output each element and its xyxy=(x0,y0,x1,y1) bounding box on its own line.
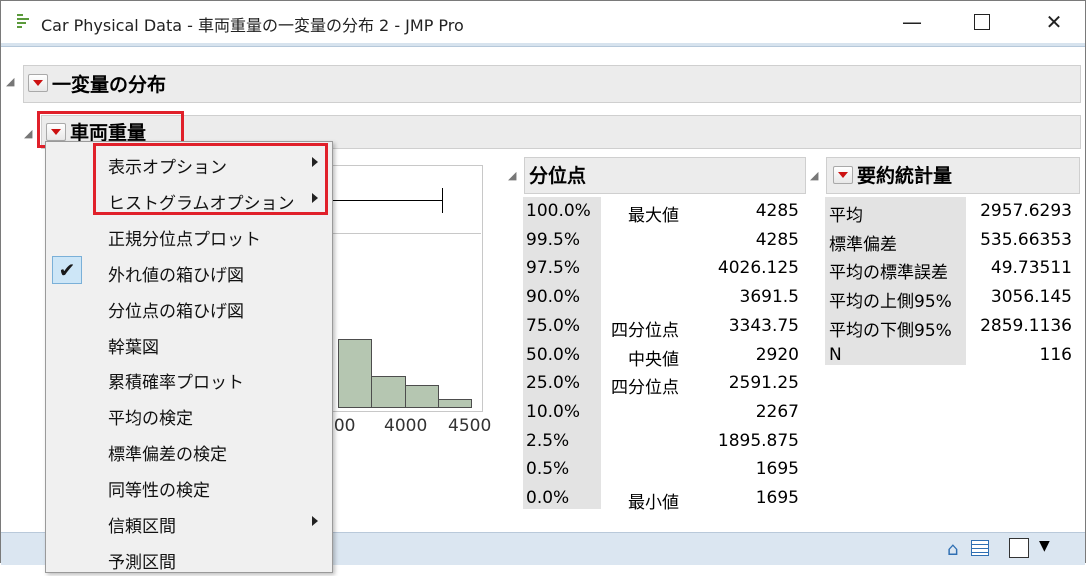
menu-item-label: 標準偏差の検定 xyxy=(108,445,227,466)
quantile-percent: 75.0% xyxy=(526,315,581,336)
menu-item-label: 平均の検定 xyxy=(108,409,193,430)
maximize-icon xyxy=(974,14,990,30)
title-bar: Car Physical Data - 車両重量の一変量の分布 2 - JMP … xyxy=(1,1,1085,43)
quantile-label: 四分位点 xyxy=(611,378,679,399)
summary-label: N xyxy=(829,344,842,365)
menu-highlight-box xyxy=(93,143,328,215)
summary-value: 535.66353 xyxy=(980,229,1072,250)
boxplot-divider xyxy=(321,233,481,234)
summary-value: 2859.1136 xyxy=(980,315,1072,336)
checkbox-icon[interactable] xyxy=(1009,538,1029,558)
menu-item-label: 分位点の箱ひげ図 xyxy=(108,301,244,322)
quantile-label: 最小値 xyxy=(628,493,679,513)
quantile-value: 1695 xyxy=(755,488,799,508)
checkmark-icon: ✔ xyxy=(52,255,82,284)
summary-label: 平均の標準誤差 xyxy=(829,263,948,284)
menu-item-label: 正規分位点プロット xyxy=(108,229,261,250)
boxplot-whisker xyxy=(331,200,443,201)
histogram-bar[interactable] xyxy=(338,339,372,408)
quantile-percent: 0.0% xyxy=(526,488,570,508)
boxplot-whisker-cap xyxy=(442,188,443,213)
summary-value: 2957.6293 xyxy=(980,201,1072,221)
quantile-label: 四分位点 xyxy=(611,320,679,341)
submenu-arrow-icon xyxy=(312,516,318,526)
quantile-value: 4026.125 xyxy=(717,258,799,279)
quantile-percent: 97.5% xyxy=(526,258,581,279)
summary-label: 平均の下側95% xyxy=(829,320,952,341)
quantile-percent: 99.5% xyxy=(526,229,581,250)
quantile-percent: 10.0% xyxy=(526,401,581,422)
summary-collapse-triangle-icon[interactable]: ◢ xyxy=(810,169,818,182)
summary-label: 標準偏差 xyxy=(829,234,897,255)
menu-item[interactable]: ✔ 外れ値の箱ひげ図 xyxy=(46,253,332,289)
quantile-value: 2267 xyxy=(755,401,799,422)
menu-item[interactable]: 予測区間 xyxy=(46,540,332,576)
histogram-bar[interactable] xyxy=(438,399,472,408)
jmp-app-icon xyxy=(17,14,31,28)
histogram-bar[interactable] xyxy=(371,376,406,408)
quantile-value: 3343.75 xyxy=(728,315,799,336)
quantile-label: 中央値 xyxy=(628,349,679,370)
quantile-percent: 50.0% xyxy=(526,344,581,365)
quantile-value: 4285 xyxy=(755,229,799,250)
quantile-label: 最大値 xyxy=(628,206,679,226)
menu-item-label: 外れ値の箱ひげ図 xyxy=(108,265,244,286)
quantile-value: 1695 xyxy=(755,459,799,480)
menu-item-label: 幹葉図 xyxy=(108,337,159,358)
menu-item-label: 信頼区間 xyxy=(108,517,176,537)
quantile-value: 3691.5 xyxy=(739,287,799,308)
report-title: 一変量の分布 xyxy=(52,74,167,96)
variable-collapse-triangle-icon[interactable]: ◢ xyxy=(24,127,32,140)
menu-item[interactable]: 分位点の箱ひげ図 xyxy=(46,289,332,325)
summary-label: 平均 xyxy=(829,206,863,226)
maximize-button[interactable] xyxy=(959,1,1005,43)
home-icon[interactable]: ⌂ xyxy=(947,539,958,560)
grid-icon[interactable] xyxy=(971,540,989,556)
menu-item[interactable]: 同等性の検定 xyxy=(46,468,332,504)
quantile-value: 2591.25 xyxy=(728,373,799,394)
quantile-percent: 100.0% xyxy=(526,201,591,221)
distribution-outline-header xyxy=(23,65,1081,103)
menu-item-label: 同等性の検定 xyxy=(108,481,210,502)
quantile-percent: 0.5% xyxy=(526,459,570,480)
quantiles-collapse-triangle-icon[interactable]: ◢ xyxy=(508,169,516,182)
x-tick-label: 4000 xyxy=(384,416,428,436)
menu-item[interactable]: 正規分位点プロット xyxy=(46,217,332,253)
summary-red-triangle-button[interactable] xyxy=(833,166,853,184)
summary-value: 3056.145 xyxy=(990,287,1072,308)
menu-item[interactable]: 累積確率プロット xyxy=(46,360,332,396)
close-button[interactable]: ✕ xyxy=(1031,1,1077,43)
dropdown-icon[interactable]: ▼ xyxy=(1039,538,1050,554)
quantile-percent: 25.0% xyxy=(526,373,581,394)
minimize-button[interactable]: — xyxy=(889,1,935,43)
x-tick-label: 4500 xyxy=(448,416,492,436)
title-separator xyxy=(1,43,1085,47)
histogram-bar[interactable] xyxy=(405,385,439,408)
summary-value: 49.73511 xyxy=(990,258,1072,279)
quantile-value: 1895.875 xyxy=(717,430,799,451)
summary-value: 116 xyxy=(1039,344,1072,365)
collapse-triangle-icon[interactable]: ◢ xyxy=(6,75,14,88)
quantile-percent: 2.5% xyxy=(526,430,570,451)
summary-title: 要約統計量 xyxy=(857,165,953,187)
menu-item[interactable]: 信頼区間 xyxy=(46,504,332,540)
quantile-percent: 90.0% xyxy=(526,287,581,308)
quantile-value: 4285 xyxy=(755,201,799,221)
menu-item-label: 累積確率プロット xyxy=(108,373,244,394)
menu-item[interactable]: 平均の検定 xyxy=(46,396,332,432)
menu-item-label: 予測区間 xyxy=(108,552,176,573)
menu-item[interactable]: 標準偏差の検定 xyxy=(46,432,332,468)
summary-label: 平均の上側95% xyxy=(829,292,952,313)
quantile-value: 2920 xyxy=(755,344,799,365)
menu-item[interactable]: 幹葉図 xyxy=(46,325,332,361)
quantiles-title: 分位点 xyxy=(529,165,587,187)
window-title: Car Physical Data - 車両重量の一変量の分布 2 - JMP … xyxy=(41,16,464,35)
red-triangle-menu-button[interactable] xyxy=(28,74,48,92)
